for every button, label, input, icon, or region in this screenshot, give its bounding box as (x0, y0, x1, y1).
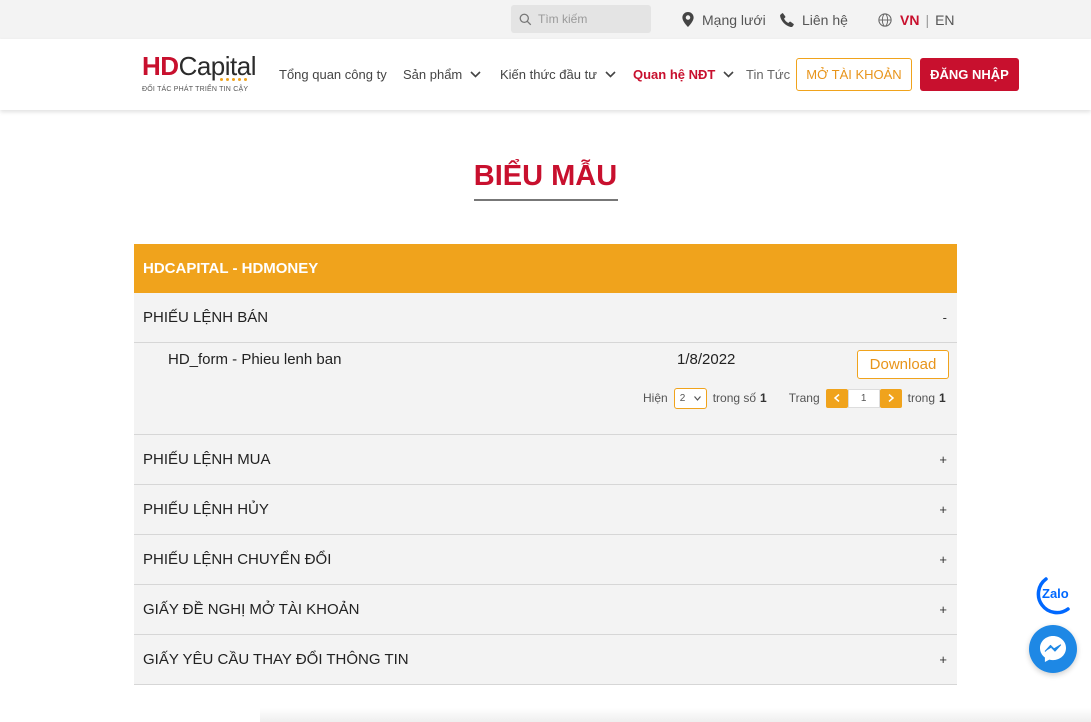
search-icon (519, 13, 532, 25)
chevron-down-icon (605, 71, 616, 78)
show-label: Hiện (643, 391, 668, 405)
expand-toggle[interactable]: + (939, 452, 947, 467)
top-utility-bar: Mạng lưới Liên hệ VN | EN (0, 0, 1091, 39)
forms-accordion: HDCAPITAL - HDMONEY PHIẾU LỆNH BÁN - HD_… (134, 244, 957, 685)
search-input[interactable] (538, 12, 638, 26)
page-size-value: 2 (679, 392, 686, 404)
globe-icon (878, 12, 892, 27)
expand-toggle[interactable]: + (939, 652, 947, 667)
logo-capital: Capital (178, 51, 257, 81)
nav-item-news[interactable]: Tin Tức (746, 39, 790, 110)
network-label: Mạng lưới (702, 11, 766, 28)
title-underline (474, 199, 618, 201)
login-button[interactable]: ĐĂNG NHẬP (920, 58, 1019, 91)
prev-page-button[interactable] (825, 388, 848, 408)
messenger-chat-button[interactable] (1029, 625, 1077, 673)
nav-item-label: Quan hệ NĐT (633, 67, 716, 82)
page-label: Trang (788, 391, 820, 405)
logo[interactable]: HDCapital ĐỐI TÁC PHÁT TRIỂN TIN CẬY (142, 53, 267, 97)
page-number-input[interactable]: 1 (847, 388, 880, 408)
logo-dots (220, 78, 247, 81)
language-switch: VN | EN (878, 0, 955, 39)
file-date: 1/8/2022 (677, 351, 736, 368)
accordion-section-buy-order[interactable]: PHIẾU LỆNH MUA + (134, 435, 957, 485)
collapse-toggle[interactable]: - (943, 310, 947, 325)
accordion-section-change-info-request[interactable]: GIẤY YÊU CẦU THAY ĐỔI THÔNG TIN + (134, 635, 957, 685)
open-account-button[interactable]: MỞ TÀI KHOẢN (796, 58, 912, 91)
pagination: Hiện 2 trong số 1 Trang 1 trong 1 (643, 387, 946, 409)
chevron-right-icon (888, 394, 894, 402)
chevron-down-icon (470, 71, 481, 78)
download-button[interactable]: Download (857, 350, 949, 379)
chevron-down-icon (693, 395, 701, 401)
nav-item-investment-knowledge[interactable]: Kiến thức đầu tư (500, 39, 616, 110)
expand-toggle[interactable]: + (939, 552, 947, 567)
accordion-section-switch-order[interactable]: PHIẾU LỆNH CHUYỂN ĐỔI + (134, 535, 957, 585)
accordion-section-open-account-request[interactable]: GIẤY ĐỀ NGHỊ MỞ TÀI KHOẢN + (134, 585, 957, 635)
total-count: 1 (760, 391, 767, 405)
accordion-section-sell-order[interactable]: PHIẾU LỆNH BÁN - (134, 293, 957, 343)
nav-item-label: Tổng quan công ty (279, 67, 387, 82)
section-title: GIẤY ĐỀ NGHỊ MỞ TÀI KHOẢN (143, 601, 360, 618)
section-title: PHIẾU LỆNH MUA (143, 451, 271, 468)
contact-link[interactable]: Liên hệ (780, 0, 848, 39)
network-link[interactable]: Mạng lưới (682, 0, 766, 39)
lang-en-link[interactable]: EN (935, 12, 954, 28)
logo-tagline: ĐỐI TÁC PHÁT TRIỂN TIN CẬY (142, 86, 249, 93)
lang-vn-link[interactable]: VN (900, 12, 919, 28)
main-navbar: HDCapital ĐỐI TÁC PHÁT TRIỂN TIN CẬY Tổn… (0, 39, 1091, 110)
accordion-group-header: HDCAPITAL - HDMONEY (134, 244, 957, 293)
chevron-left-icon (833, 394, 840, 402)
expand-toggle[interactable]: + (939, 502, 947, 517)
section-title: GIẤY YÊU CẦU THAY ĐỔI THÔNG TIN (143, 651, 409, 668)
nav-item-investor-relations[interactable]: Quan hệ NĐT (633, 39, 734, 110)
messenger-icon (1040, 636, 1066, 662)
chevron-down-icon (723, 71, 734, 78)
contact-label: Liên hệ (802, 11, 848, 28)
section-title: PHIẾU LỆNH HỦY (143, 501, 269, 518)
accordion-section-cancel-order[interactable]: PHIẾU LỆNH HỦY + (134, 485, 957, 535)
logo-hd: HD (142, 51, 179, 81)
nav-item-label: Sản phẩm (403, 67, 463, 82)
nav-item-company-overview[interactable]: Tổng quan công ty (279, 39, 387, 110)
bottom-fade (260, 708, 1091, 722)
section-title: PHIẾU LỆNH BÁN (143, 309, 269, 326)
section-title: PHIẾU LỆNH CHUYỂN ĐỔI (143, 551, 332, 568)
nav-item-products[interactable]: Sản phẩm (403, 39, 481, 110)
of-pages-label: trong (907, 391, 935, 405)
zalo-chat-button[interactable]: Zalo (1034, 575, 1076, 615)
total-pages: 1 (939, 391, 946, 405)
search-box[interactable] (511, 5, 651, 33)
lang-separator: | (925, 11, 930, 28)
page-title: BIỂU MẪU (473, 160, 618, 192)
nav-item-label: Tin Tức (746, 67, 791, 82)
next-page-button[interactable] (879, 388, 902, 408)
nav-item-label: Kiến thức đầu tư (500, 67, 597, 82)
page-size-select[interactable]: 2 (673, 387, 707, 409)
accordion-panel-sell-order: HD_form - Phieu lenh ban 1/8/2022 Downlo… (134, 343, 957, 435)
location-pin-icon (682, 12, 694, 27)
of-label: trong số (712, 391, 757, 405)
zalo-label: Zalo (1042, 586, 1069, 601)
expand-toggle[interactable]: + (939, 602, 947, 617)
file-name: HD_form - Phieu lenh ban (168, 351, 342, 368)
phone-icon (780, 12, 794, 27)
